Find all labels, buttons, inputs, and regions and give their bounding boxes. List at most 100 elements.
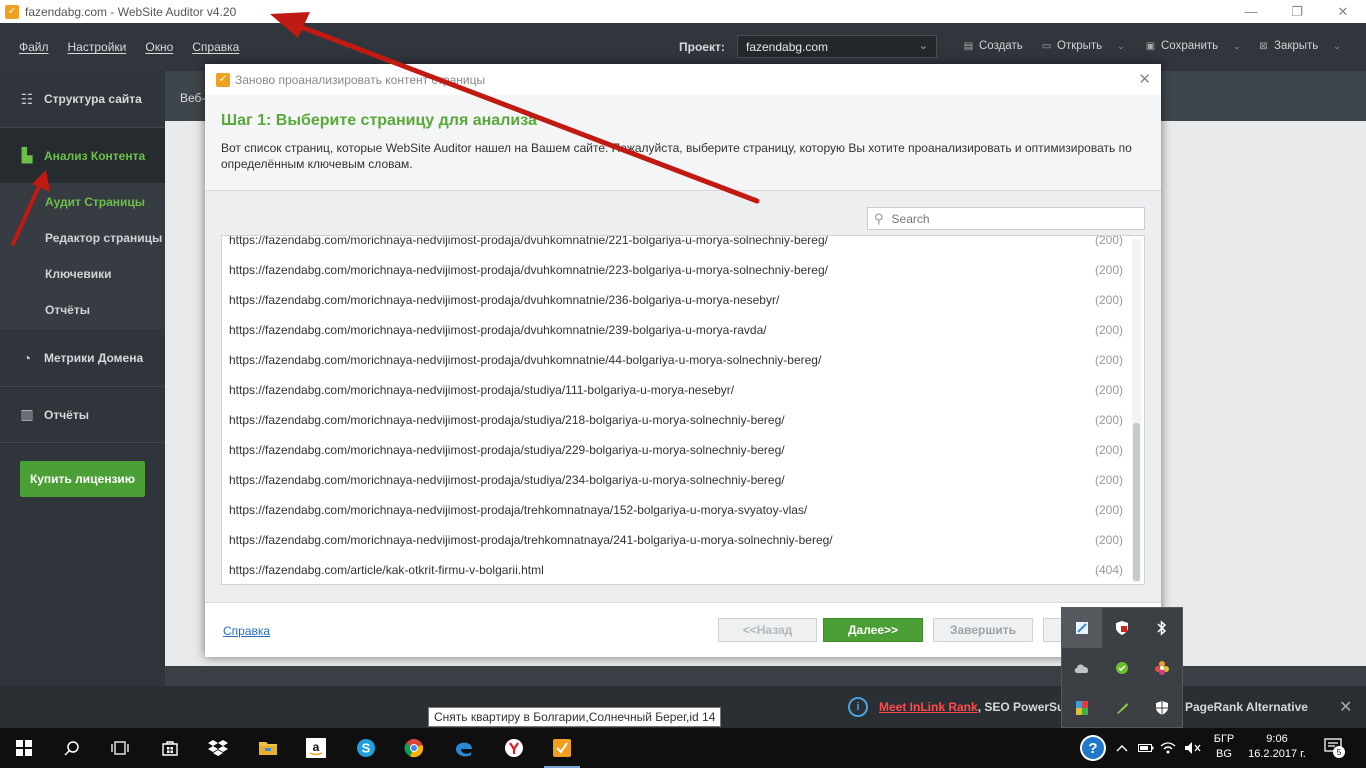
yandex-browser-icon[interactable]	[490, 728, 538, 768]
help-icon[interactable]: ?	[1078, 728, 1108, 768]
file-explorer-icon[interactable]	[244, 728, 292, 768]
next-button[interactable]: Далее>>	[823, 618, 923, 642]
step-description: Вот список страниц, которые WebSite Audi…	[221, 141, 1132, 171]
list-item[interactable]: https://fazendabg.com/morichnaya-nedviji…	[222, 345, 1128, 375]
list-item[interactable]: https://fazendabg.com/article/kak-otkrit…	[222, 555, 1128, 584]
notifications-icon[interactable]: 5	[1324, 738, 1345, 758]
svg-text:?: ?	[1088, 740, 1097, 757]
menu-file[interactable]: Файл	[19, 40, 49, 54]
edge-icon[interactable]	[440, 728, 488, 768]
window-controls: — ❐ ✕	[1228, 0, 1366, 23]
status-code: (200)	[1094, 383, 1123, 397]
close-icon[interactable]: ✕	[1138, 70, 1151, 88]
minimize-icon[interactable]: —	[1228, 0, 1274, 23]
list-item[interactable]: https://fazendabg.com/morichnaya-nedviji…	[222, 495, 1128, 525]
sidebar-item-label: Метрики Домена	[44, 351, 144, 365]
close-icon[interactable]: ✕	[1320, 0, 1366, 23]
buy-license-button[interactable]: Купить лицензию	[20, 461, 145, 497]
tray-overflow-popup	[1061, 607, 1183, 728]
sidebar-item-domain-metrics[interactable]: ◔ Метрики Домена	[0, 330, 165, 386]
skype-icon[interactable]: S	[342, 728, 390, 768]
clock[interactable]: 9:06 16.2.2017 г.	[1247, 732, 1307, 762]
security-green-icon[interactable]	[1102, 648, 1142, 688]
restore-icon[interactable]: ❐	[1274, 0, 1320, 23]
help-link[interactable]: Справка	[223, 624, 270, 638]
page-url: https://fazendabg.com/morichnaya-nedviji…	[229, 443, 785, 457]
sitemap-icon: ☷	[20, 90, 34, 107]
volume-muted-icon[interactable]	[1184, 728, 1202, 768]
subnav-keywords[interactable]: Ключевики	[45, 267, 112, 281]
drill-icon[interactable]	[1102, 688, 1142, 728]
time: 9:06	[1266, 733, 1288, 745]
chevron-down-icon[interactable]: ⌄	[1117, 41, 1125, 52]
sidebar-item-structure[interactable]: ☷ Структура сайта	[0, 71, 165, 127]
list-scrollbar[interactable]	[1132, 239, 1141, 582]
list-item[interactable]: https://fazendabg.com/morichnaya-nedviji…	[222, 435, 1128, 465]
breadcrumb: Веб-	[180, 91, 206, 105]
back-button[interactable]: <<Назад	[718, 618, 817, 642]
website-auditor-tray-icon[interactable]	[1062, 608, 1102, 648]
notification-count: 5	[1333, 746, 1345, 758]
project-select[interactable]: fazendabg.com ⌄	[737, 35, 937, 58]
network-icon[interactable]	[1160, 728, 1176, 768]
battery-icon[interactable]	[1138, 728, 1154, 768]
flower-icon[interactable]	[1142, 648, 1182, 688]
chevron-up-icon[interactable]	[1116, 728, 1128, 768]
task-view-icon[interactable]	[96, 728, 144, 768]
list-item[interactable]: https://fazendabg.com/morichnaya-nedviji…	[222, 525, 1128, 555]
sidebar-item-content-analysis[interactable]: ▙ Анализ Контента	[0, 128, 165, 183]
chevron-down-icon[interactable]: ⌄	[1333, 41, 1341, 52]
status-code: (200)	[1094, 293, 1123, 307]
scrollbar-thumb[interactable]	[1133, 423, 1140, 581]
close-project-button[interactable]: ⊠ Закрыть ⌄	[1258, 40, 1341, 52]
sidebar-item-label: Структура сайта	[44, 92, 142, 106]
dialog-header: Шаг 1: Выберите страницу для анализа Вот…	[205, 95, 1161, 191]
page-url: https://fazendabg.com/morichnaya-nedviji…	[229, 503, 808, 517]
language-indicator[interactable]: БГР BG	[1208, 732, 1240, 762]
sidebar-item-reports[interactable]: ▥ Отчёты	[0, 387, 165, 442]
search-icon: ⚲	[874, 210, 884, 226]
list-item[interactable]: https://fazendabg.com/morichnaya-nedviji…	[222, 405, 1128, 435]
windows-start-icon[interactable]	[0, 728, 48, 768]
search-box[interactable]: ⚲	[867, 207, 1145, 230]
step-title: Шаг 1: Выберите страницу для анализа	[221, 112, 537, 129]
cloud-icon[interactable]	[1062, 648, 1102, 688]
close-icon[interactable]: ✕	[1339, 697, 1352, 717]
list-item[interactable]: https://fazendabg.com/morichnaya-nedviji…	[222, 375, 1128, 405]
status-code: (404)	[1094, 563, 1123, 577]
dropbox-icon[interactable]	[194, 728, 242, 768]
app-logo-icon: ✓	[216, 72, 230, 87]
create-button[interactable]: ▤ Создать	[963, 40, 1023, 52]
search-icon[interactable]	[48, 728, 96, 768]
status-code: (200)	[1094, 473, 1123, 487]
content-subnav: Аудит Страницы Редактор страницы Ключеви…	[0, 183, 165, 329]
menu-settings[interactable]: Настройки	[68, 40, 127, 54]
chrome-icon[interactable]	[390, 728, 438, 768]
page-url: https://fazendabg.com/morichnaya-nedviji…	[229, 533, 833, 547]
amazon-icon[interactable]: a	[292, 728, 340, 768]
subnav-page-editor[interactable]: Редактор страницы	[45, 231, 162, 245]
defender-shield-icon[interactable]	[1142, 688, 1182, 728]
save-button[interactable]: ▣ Сохранить ⌄	[1145, 40, 1241, 52]
subnav-reports[interactable]: Отчёты	[45, 303, 90, 317]
finish-button[interactable]: Завершить	[933, 618, 1033, 642]
shield-alert-icon[interactable]	[1102, 608, 1142, 648]
list-item[interactable]: https://fazendabg.com/morichnaya-nedviji…	[222, 315, 1128, 345]
search-input[interactable]	[891, 211, 1122, 226]
subnav-page-audit[interactable]: Аудит Страницы	[45, 195, 145, 209]
list-item[interactable]: https://fazendabg.com/morichnaya-nedviji…	[222, 465, 1128, 495]
menu-window[interactable]: Окно	[145, 40, 173, 54]
list-item[interactable]: https://fazendabg.com/morichnaya-nedviji…	[222, 255, 1128, 285]
chevron-down-icon[interactable]: ⌄	[1233, 41, 1241, 52]
colorful-app-icon[interactable]	[1062, 688, 1102, 728]
bluetooth-icon[interactable]	[1142, 608, 1182, 648]
website-auditor-taskbar-icon[interactable]	[538, 728, 586, 768]
store-icon[interactable]	[146, 728, 194, 768]
list-item[interactable]: https://fazendabg.com/morichnaya-nedviji…	[222, 285, 1128, 315]
close-label: Закрыть	[1274, 40, 1319, 52]
list-item[interactable]: https://fazendabg.com/morichnaya-nedviji…	[222, 236, 1128, 255]
inlink-rank-link[interactable]: Meet InLink Rank	[879, 700, 978, 714]
open-button[interactable]: ▭ Открыть ⌄	[1041, 40, 1125, 52]
menu-help[interactable]: Справка	[192, 40, 239, 54]
chart-icon: ▙	[21, 147, 33, 163]
